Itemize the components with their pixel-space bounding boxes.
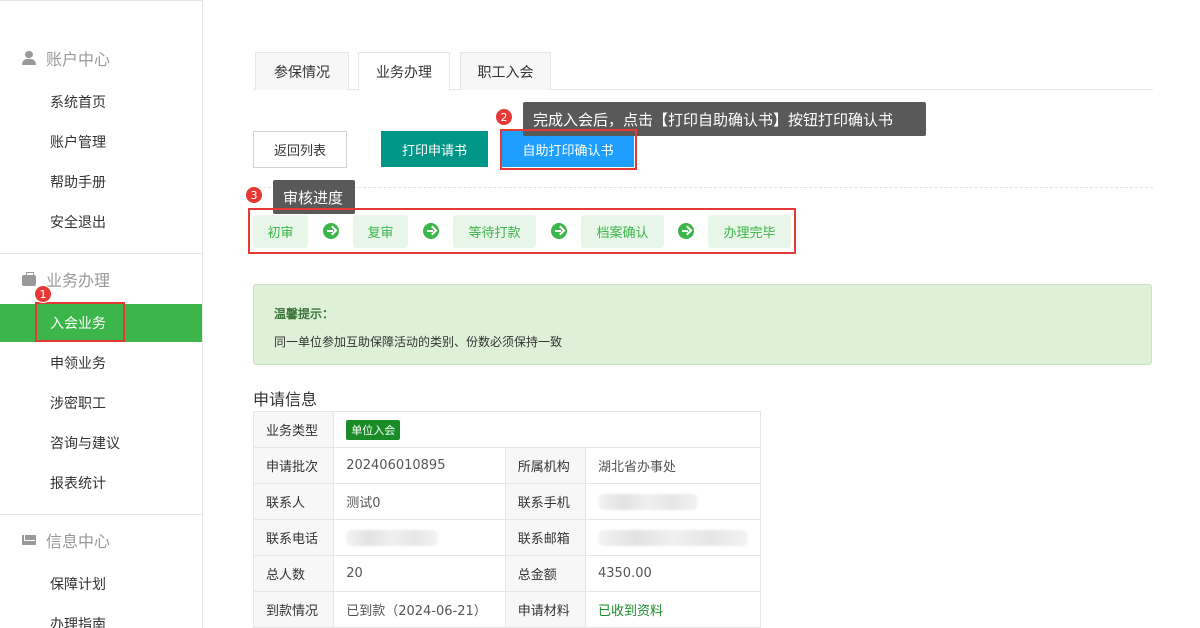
field-value-redacted bbox=[584, 483, 762, 520]
briefcase-icon bbox=[22, 272, 36, 286]
sidebar-item-help[interactable]: 帮助手册 bbox=[0, 163, 202, 201]
step-marker-1: 1 bbox=[34, 285, 52, 303]
table-row: 联系电话 联系邮箱 bbox=[252, 519, 762, 556]
table-row: 到款情况 已到款（2024-06-21） 申请材料 已收到资料 bbox=[252, 591, 762, 628]
field-label: 业务类型 bbox=[252, 411, 335, 448]
notice-title: 温馨提示： bbox=[274, 307, 335, 321]
field-value: 测试0 bbox=[333, 483, 506, 520]
field-label: 总金额 bbox=[504, 555, 586, 592]
section-label: 业务办理 bbox=[46, 271, 111, 290]
field-label: 申请批次 bbox=[252, 447, 335, 484]
divider bbox=[253, 187, 1153, 188]
sidebar-item-claim[interactable]: 申领业务 bbox=[0, 344, 202, 382]
section-label: 账户中心 bbox=[46, 50, 111, 69]
print-application-button[interactable]: 打印申请书 bbox=[381, 131, 488, 167]
divider bbox=[0, 514, 202, 515]
sidebar-item-classified-staff[interactable]: 涉密职工 bbox=[0, 384, 202, 422]
status-badge: 单位入会 bbox=[346, 419, 401, 440]
field-value: 湖北省办事处 bbox=[584, 447, 762, 484]
redacted-mask bbox=[597, 529, 748, 546]
sidebar-item-guide[interactable]: 办理指南 bbox=[0, 605, 202, 628]
mail-icon bbox=[22, 535, 36, 545]
field-value: 已到款（2024-06-21） bbox=[333, 591, 506, 628]
divider bbox=[0, 253, 202, 254]
table-row: 申请批次 202406010895 所属机构 湖北省办事处 bbox=[252, 447, 762, 484]
step-marker-2: 2 bbox=[495, 108, 513, 126]
redacted-mask bbox=[597, 493, 698, 510]
tab-bar: 参保情况 业务办理 职工入会 bbox=[253, 52, 1153, 91]
table-row: 总人数 20 总金额 4350.00 bbox=[252, 555, 762, 592]
user-icon bbox=[22, 51, 36, 65]
tab-business[interactable]: 业务办理 bbox=[358, 52, 450, 91]
field-label: 到款情况 bbox=[252, 591, 335, 628]
field-value-redacted bbox=[333, 519, 506, 556]
section-label: 信息中心 bbox=[46, 532, 111, 551]
notice-box: 温馨提示： 同一单位参加互助保障活动的类别、份数必须保持一致 bbox=[253, 284, 1152, 365]
field-value-redacted bbox=[584, 519, 762, 556]
field-label: 总人数 bbox=[252, 555, 335, 592]
field-label: 联系电话 bbox=[252, 519, 335, 556]
sidebar-item-logout[interactable]: 安全退出 bbox=[0, 203, 202, 241]
highlight-box bbox=[35, 302, 125, 342]
table-row: 联系人 测试0 联系手机 bbox=[252, 483, 762, 520]
field-value: 202406010895 bbox=[333, 447, 506, 484]
redacted-mask bbox=[346, 529, 439, 546]
application-info-table: 业务类型 单位入会 申请批次 202406010895 所属机构 湖北省办事处 … bbox=[252, 411, 762, 628]
section-info-center[interactable]: 信息中心 bbox=[22, 528, 110, 552]
sidebar-item-account[interactable]: 账户管理 bbox=[0, 123, 202, 161]
section-heading: 申请信息 bbox=[253, 390, 318, 409]
tab-staff-join[interactable]: 职工入会 bbox=[460, 52, 551, 90]
sidebar-item-home[interactable]: 系统首页 bbox=[0, 83, 202, 121]
field-value: 单位入会 bbox=[333, 411, 761, 448]
table-row: 业务类型 单位入会 bbox=[252, 411, 761, 448]
progress-highlight-box bbox=[248, 208, 796, 254]
field-value: 20 bbox=[333, 555, 506, 592]
field-label: 联系手机 bbox=[504, 483, 586, 520]
field-label: 申请材料 bbox=[504, 591, 586, 628]
section-account-center[interactable]: 账户中心 bbox=[22, 46, 110, 70]
field-label: 联系人 bbox=[252, 483, 335, 520]
field-label: 联系邮箱 bbox=[504, 519, 586, 556]
field-value: 已收到资料 bbox=[584, 591, 762, 628]
sidebar-item-plan[interactable]: 保障计划 bbox=[0, 565, 202, 603]
field-label: 所属机构 bbox=[504, 447, 586, 484]
notice-text: 同一单位参加互助保障活动的类别、份数必须保持一致 bbox=[274, 335, 563, 349]
highlight-box bbox=[500, 129, 637, 170]
sidebar-item-reports[interactable]: 报表统计 bbox=[0, 464, 202, 502]
back-to-list-button[interactable]: 返回列表 bbox=[253, 131, 347, 168]
sidebar-item-consult[interactable]: 咨询与建议 bbox=[0, 424, 202, 462]
step-marker-3: 3 bbox=[245, 186, 263, 204]
field-value: 4350.00 bbox=[584, 555, 762, 592]
tab-insurance-status[interactable]: 参保情况 bbox=[255, 52, 349, 90]
